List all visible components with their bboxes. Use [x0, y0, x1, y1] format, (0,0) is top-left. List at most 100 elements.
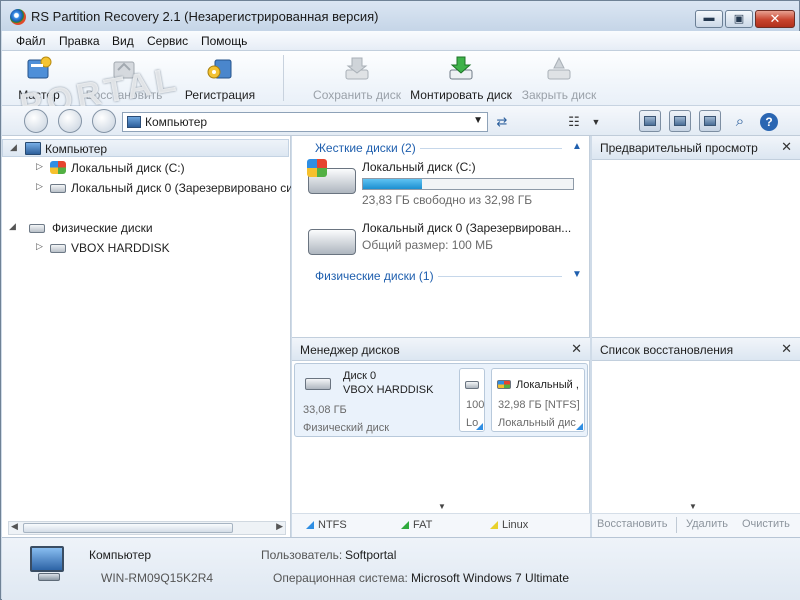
expand-icon[interactable]: ▷	[36, 181, 43, 192]
status-user-label: Пользователь:	[261, 548, 343, 562]
delete-button[interactable]: Удалить	[686, 518, 728, 530]
toolbar: Мастер Восстановить Регистрация Сохранит…	[2, 51, 800, 126]
disk-free-space: 23,83 ГБ свободно из 32,98 ГБ	[362, 193, 533, 207]
save-disk-button[interactable]: Сохранить диск	[307, 51, 407, 105]
scroll-down-icon[interactable]: ▼	[438, 502, 446, 511]
wizard-icon	[27, 56, 52, 79]
menu-help[interactable]: Помощь	[201, 34, 247, 48]
disk-item-local-0[interactable]: Локальный диск 0 (Зарезервирован... Общи…	[306, 221, 576, 271]
panel-toggle-3-button[interactable]	[699, 110, 721, 132]
view-mode-dropdown-icon[interactable]: ▼	[586, 112, 606, 132]
horizontal-scrollbar[interactable]: ◀ ▶	[8, 521, 286, 535]
disk-label: Диск 0	[343, 370, 377, 382]
address-value: Компьютер	[145, 115, 208, 129]
fat-color-icon	[401, 521, 409, 529]
hard-disk-icon	[29, 224, 45, 233]
menu-service[interactable]: Сервис	[147, 34, 188, 48]
refresh-icon[interactable]: ⇄	[492, 112, 512, 132]
scroll-left-icon[interactable]: ◀	[11, 521, 18, 532]
partition-type: Локальный дис	[498, 417, 576, 429]
master-label: Мастер	[18, 88, 60, 102]
close-disk-button[interactable]: Закрыть диск	[514, 51, 604, 105]
back-button[interactable]	[24, 109, 48, 133]
legend-label: NTFS	[318, 519, 347, 531]
disk-total-size: Общий размер: 100 МБ	[362, 238, 494, 252]
scrollbar-thumb[interactable]	[23, 523, 233, 533]
forward-button[interactable]	[58, 109, 82, 133]
disk-usage-fill	[363, 179, 422, 189]
collapse-icon[interactable]: ◢	[9, 221, 16, 232]
disk-list-panel: Жесткие диски (2) ▲ Локальный диск (C:) …	[292, 136, 590, 337]
restore-button[interactable]: Восстановить	[74, 51, 174, 105]
windows-disk-icon	[307, 159, 356, 194]
title-bar: RS Partition Recovery 2.1 (Незарегистрир…	[1, 1, 799, 31]
menu-edit[interactable]: Правка	[59, 34, 100, 48]
help-icon[interactable]: ?	[760, 113, 778, 131]
expand-icon[interactable]: ▷	[36, 161, 43, 172]
computer-icon	[25, 142, 41, 155]
clear-button[interactable]: Очистить	[742, 518, 790, 530]
group-physical-disks[interactable]: Физические диски (1)	[315, 269, 434, 283]
mount-disk-button[interactable]: Монтировать диск	[406, 51, 516, 105]
disk-type: Физический диск	[303, 422, 390, 434]
address-dropdown-icon[interactable]: ▼	[473, 115, 483, 126]
minimize-button[interactable]: ▬	[695, 10, 723, 28]
computer-icon	[127, 116, 141, 128]
menu-file[interactable]: Файл	[16, 34, 46, 48]
tree-item-local-c[interactable]: ▷ Локальный диск (C:)	[2, 159, 291, 177]
disk-manager-area: Диск 0 VBOX HARDDISK 33,08 ГБ Физический…	[292, 361, 590, 513]
expand-icon[interactable]: ▷	[36, 241, 43, 252]
tree-item-computer[interactable]: ◢ Компьютер	[2, 139, 289, 157]
tree-label: Локальный диск 0 (Зарезервировано си	[71, 181, 291, 195]
group-divider	[438, 276, 562, 277]
menu-view[interactable]: Вид	[112, 34, 134, 48]
minimize-icon: ▬	[703, 12, 715, 24]
maximize-icon: ▣	[733, 13, 745, 25]
hard-disk-icon	[305, 378, 331, 390]
preview-title: Предварительный просмотр	[600, 141, 758, 155]
close-button[interactable]: ✕	[755, 10, 795, 28]
tree-item-local-0[interactable]: ▷ Локальный диск 0 (Зарезервировано си	[2, 179, 291, 197]
tree-label: Локальный диск (C:)	[71, 161, 185, 175]
linux-color-icon	[490, 521, 498, 529]
folder-tree: ◢ Компьютер ▷ Локальный диск (C:) ▷ Лока…	[2, 136, 291, 537]
disk-manager-title: Менеджер дисков	[300, 343, 400, 357]
collapse-group-icon[interactable]: ▲	[572, 141, 582, 152]
search-icon[interactable]: ⌕	[730, 112, 750, 132]
tree-label: VBOX HARDDISK	[71, 241, 170, 255]
close-icon[interactable]: ✕	[781, 139, 792, 155]
toolbar-separator	[283, 55, 284, 101]
scroll-down-icon[interactable]: ▼	[689, 502, 697, 511]
close-icon[interactable]: ✕	[781, 341, 792, 357]
tree-item-physical-disks[interactable]: ◢ Физические диски	[2, 219, 291, 237]
register-button[interactable]: Регистрация	[180, 51, 260, 105]
group-hard-disks[interactable]: Жесткие диски (2)	[315, 141, 416, 155]
close-icon[interactable]: ✕	[571, 341, 582, 357]
tree-label: Физические диски	[52, 221, 153, 235]
physical-disk-card[interactable]: Диск 0 VBOX HARDDISK 33,08 ГБ Физический…	[294, 363, 588, 437]
status-computer-name: WIN-RM09Q15K2R4	[101, 571, 214, 585]
status-computer-label: Компьютер	[89, 548, 152, 562]
panel-toggle-1-button[interactable]	[639, 110, 661, 132]
preview-area	[592, 160, 800, 337]
menu-bar: Файл Правка Вид Сервис Помощь	[2, 31, 800, 51]
windows-logo-icon	[307, 159, 327, 177]
maximize-button[interactable]: ▣	[725, 10, 753, 28]
scroll-right-icon[interactable]: ▶	[276, 521, 283, 532]
restore-action-button[interactable]: Восстановить	[597, 518, 667, 530]
partition-card-reserved[interactable]: 100 Lo	[459, 368, 485, 432]
master-button[interactable]: Мастер	[10, 51, 68, 105]
legend-label: Linux	[502, 519, 529, 531]
disk-item-local-c[interactable]: Локальный диск (C:) 23,83 ГБ свободно из…	[306, 159, 576, 210]
collapse-icon[interactable]: ◢	[10, 142, 17, 153]
tree-item-vbox-harddisk[interactable]: ▷ VBOX HARDDISK	[2, 239, 291, 257]
legend-linux: Linux	[490, 519, 528, 531]
windows-drive-icon	[497, 380, 511, 389]
app-window: RS Partition Recovery 2.1 (Незарегистрир…	[0, 0, 800, 600]
view-mode-icon[interactable]: ☷	[564, 112, 584, 132]
address-field[interactable]: Компьютер ▼	[122, 112, 488, 132]
expand-group-icon[interactable]: ▼	[572, 269, 582, 280]
partition-card-local-c[interactable]: Локальный , 32,98 ГБ [NTFS] Локальный ди…	[491, 368, 585, 432]
panel-toggle-2-button[interactable]	[669, 110, 691, 132]
up-button[interactable]	[92, 109, 116, 133]
